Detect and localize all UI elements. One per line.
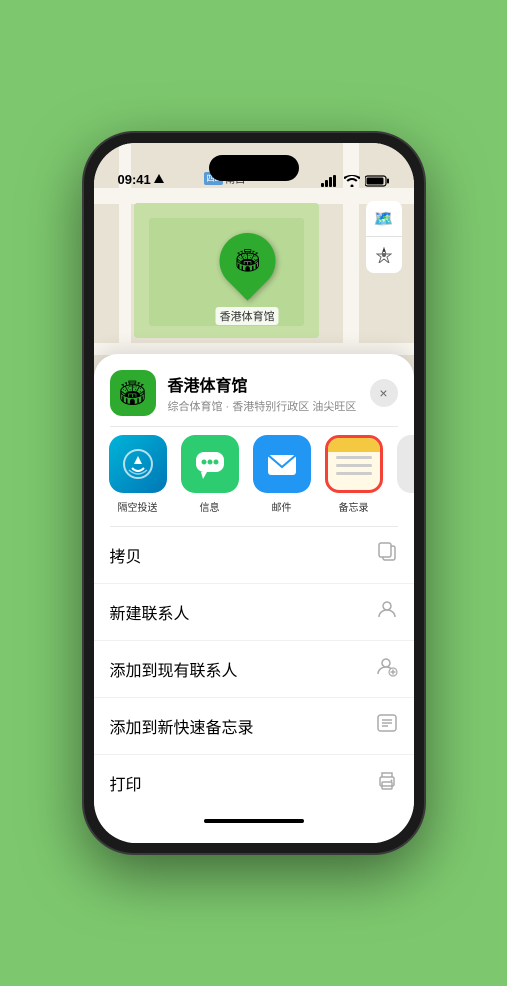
share-item-messages[interactable]: 信息 xyxy=(178,435,242,514)
share-item-notes[interactable]: 备忘录 xyxy=(322,435,386,514)
notes-lines xyxy=(336,456,372,475)
copy-svg xyxy=(376,541,398,563)
battery-icon xyxy=(365,175,390,187)
mail-label: 邮件 xyxy=(272,499,292,514)
pin-label: 香港体育馆 xyxy=(216,307,279,325)
bottom-sheet: 🏟 香港体育馆 综合体育馆 · 香港特别行政区 油尖旺区 × xyxy=(94,354,414,843)
print-svg xyxy=(376,769,398,791)
compass-icon xyxy=(376,247,392,263)
map-type-button[interactable]: 🗺️ xyxy=(366,201,402,237)
action-quick-note-label: 添加到新快速备忘录 xyxy=(110,714,254,738)
action-print-label: 打印 xyxy=(110,771,142,795)
add-contact-svg xyxy=(376,655,398,677)
share-item-mail[interactable]: 邮件 xyxy=(250,435,314,514)
pin-circle: 🏟 xyxy=(207,221,286,300)
map-controls: 🗺️ xyxy=(366,201,402,273)
status-time: 09:41 xyxy=(118,172,151,187)
airdrop-icon xyxy=(109,435,167,493)
share-item-airdrop[interactable]: 隔空投送 xyxy=(106,435,170,514)
notes-icon-bg xyxy=(325,435,383,493)
phone-frame: 09:41 xyxy=(84,133,424,853)
sheet-header: 🏟 香港体育馆 综合体育馆 · 香港特别行政区 油尖旺区 × xyxy=(94,354,414,426)
contact-svg xyxy=(376,598,398,620)
messages-svg xyxy=(193,447,227,481)
notes-line-1 xyxy=(336,456,372,459)
action-add-to-contact[interactable]: 添加到现有联系人 xyxy=(94,640,414,697)
print-icon xyxy=(376,769,398,797)
phone-screen: 09:41 xyxy=(94,143,414,843)
mail-svg xyxy=(265,447,299,481)
action-add-contact-label: 添加到现有联系人 xyxy=(110,657,238,681)
close-button[interactable]: × xyxy=(370,379,398,407)
airdrop-label: 隔空投送 xyxy=(118,499,158,514)
venue-subtitle: 综合体育馆 · 香港特别行政区 油尖旺区 xyxy=(168,398,358,414)
map-pin: 🏟 香港体育馆 xyxy=(216,233,279,325)
airdrop-svg xyxy=(122,448,154,480)
action-copy-label: 拷贝 xyxy=(110,543,142,567)
signal-icon xyxy=(321,175,339,187)
quick-note-icon xyxy=(376,712,398,740)
notes-top-stripe xyxy=(328,438,380,452)
venue-icon: 🏟 xyxy=(110,370,156,416)
new-contact-icon xyxy=(376,598,398,626)
dynamic-island xyxy=(209,155,299,181)
more-icon-bg xyxy=(397,435,414,493)
venue-name: 香港体育馆 xyxy=(168,372,358,396)
more-container xyxy=(397,435,414,493)
action-copy[interactable]: 拷贝 xyxy=(94,527,414,583)
add-contact-icon xyxy=(376,655,398,683)
close-icon: × xyxy=(379,385,387,401)
pin-icon: 🏟 xyxy=(228,242,266,280)
copy-icon xyxy=(376,541,398,569)
notes-label: 备忘录 xyxy=(339,499,369,514)
action-new-contact-label: 新建联系人 xyxy=(110,600,190,624)
venue-info: 香港体育馆 综合体育馆 · 香港特别行政区 油尖旺区 xyxy=(168,372,358,414)
location-indicator-icon xyxy=(154,174,164,186)
action-print[interactable]: 打印 xyxy=(94,754,414,811)
location-button[interactable] xyxy=(366,237,402,273)
notes-line-3 xyxy=(336,472,372,475)
share-item-more[interactable]: 推 xyxy=(394,435,414,514)
quick-note-svg xyxy=(376,712,398,734)
status-icons xyxy=(321,175,390,187)
share-row: 隔空投送 信息 xyxy=(94,427,414,526)
messages-icon-bg xyxy=(181,435,239,493)
home-indicator xyxy=(204,819,304,823)
action-add-quick-note[interactable]: 添加到新快速备忘录 xyxy=(94,697,414,754)
action-new-contact[interactable]: 新建联系人 xyxy=(94,583,414,640)
mail-icon-bg xyxy=(253,435,311,493)
messages-label: 信息 xyxy=(200,499,220,514)
notes-line-2 xyxy=(336,464,372,467)
wifi-icon xyxy=(344,175,360,187)
